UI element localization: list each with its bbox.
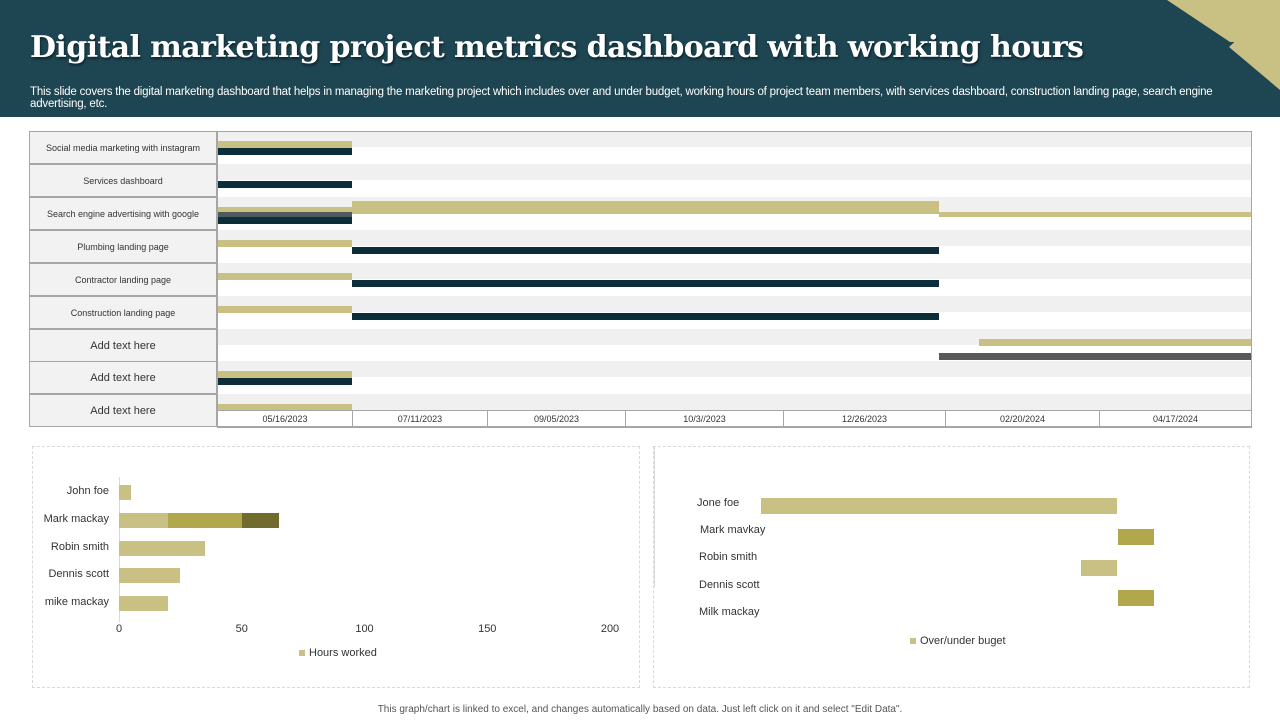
gantt-bar [352, 280, 939, 287]
gantt-bar [352, 201, 939, 214]
category-label: Dennis scott [48, 568, 109, 580]
hours-bar [168, 513, 242, 528]
legend-swatch [299, 650, 305, 656]
hours-bar [241, 513, 279, 528]
gantt-chart: Social media marketing with instagram Ser… [29, 131, 1252, 428]
category-label: Mark mackay [43, 513, 109, 525]
legend-swatch [910, 638, 916, 644]
footer-note: This graph/chart is linked to excel, and… [377, 704, 903, 715]
gantt-bar [352, 313, 939, 320]
date-tick: 09/05/2023 [487, 410, 626, 427]
task-label: Plumbing landing page [29, 230, 217, 263]
legend-label: Over/under buget [920, 635, 1006, 647]
task-label: Services dashboard [29, 164, 217, 197]
page-title: Digital marketing project metrics dashbo… [30, 30, 1084, 65]
hours-bar [119, 596, 169, 611]
x-tick-label: 0 [115, 623, 123, 635]
task-label: Add text here [29, 329, 217, 362]
category-label: Dennis scott [699, 579, 760, 591]
row-stripe [217, 263, 1252, 279]
row-stripe [217, 394, 1252, 410]
gantt-bar [938, 353, 1251, 360]
date-tick: 10/3//2023 [625, 410, 784, 427]
budget-bar [1118, 590, 1154, 606]
gantt-bar [217, 306, 352, 313]
budget-bar [1081, 560, 1117, 576]
hours-bar [119, 541, 205, 556]
gantt-bar [217, 141, 352, 148]
gantt-bar [352, 247, 939, 254]
date-tick: 12/26/2023 [783, 410, 946, 427]
gantt-bar [217, 378, 352, 385]
budget-bar [1118, 529, 1154, 545]
task-label: Construction landing page [29, 296, 217, 329]
gantt-bar [217, 148, 352, 155]
date-tick: 07/11/2023 [352, 410, 488, 427]
gantt-bar [978, 339, 1251, 346]
row-stripe [217, 131, 1252, 147]
date-tick: 05/16/2023 [217, 410, 353, 427]
category-label: mike mackay [44, 596, 109, 608]
gantt-bar [217, 273, 352, 280]
x-tick-label: 50 [235, 623, 248, 635]
hours-bar [119, 513, 169, 528]
category-label: Jone foe [697, 497, 740, 509]
page-subtitle: This slide covers the digital marketing … [30, 86, 1213, 110]
gantt-bar [217, 240, 352, 247]
row-stripe [217, 296, 1252, 312]
header-banner: Digital marketing project metrics dashbo… [0, 0, 1280, 117]
gantt-bar [938, 212, 1251, 217]
category-label: Robin smith [50, 541, 109, 553]
legend: Over/under buget [910, 635, 1006, 647]
zero-line [654, 447, 655, 587]
task-label: Search engine advertising with google [29, 197, 217, 230]
hours-worked-chart: John foe Mark mackay Robin smith Dennis sco… [32, 446, 640, 688]
category-label: Mark mavkay [700, 524, 766, 536]
legend-label: Hours worked [309, 647, 377, 659]
hours-bar [119, 485, 132, 500]
budget-chart: Jone foe Mark mavkay Robin smith Dennis sco… [653, 446, 1250, 688]
row-stripe [217, 361, 1252, 377]
corner-decoration-icon [1167, 0, 1280, 90]
gantt-bar [217, 181, 352, 188]
budget-bar [761, 498, 1117, 514]
date-tick: 04/17/2024 [1099, 410, 1252, 427]
date-tick: 02/20/2024 [945, 410, 1100, 427]
task-label: Social media marketing with instagram [29, 131, 217, 164]
legend: Hours worked [299, 647, 377, 659]
row-stripe [217, 164, 1252, 180]
row-stripe [217, 230, 1252, 246]
x-tick-label: 200 [600, 623, 620, 635]
task-label: Add text here [29, 361, 217, 394]
category-label: Robin smith [699, 551, 758, 563]
x-tick-label: 150 [478, 623, 497, 635]
category-label: John foe [66, 485, 109, 497]
gantt-bar [217, 371, 352, 378]
task-label: Add text here [29, 394, 217, 427]
task-label: Contractor landing page [29, 263, 217, 296]
hours-bar [119, 568, 181, 583]
category-label: Milk mackay [699, 606, 760, 618]
gantt-bar [217, 217, 352, 224]
x-tick-label: 100 [355, 623, 374, 635]
